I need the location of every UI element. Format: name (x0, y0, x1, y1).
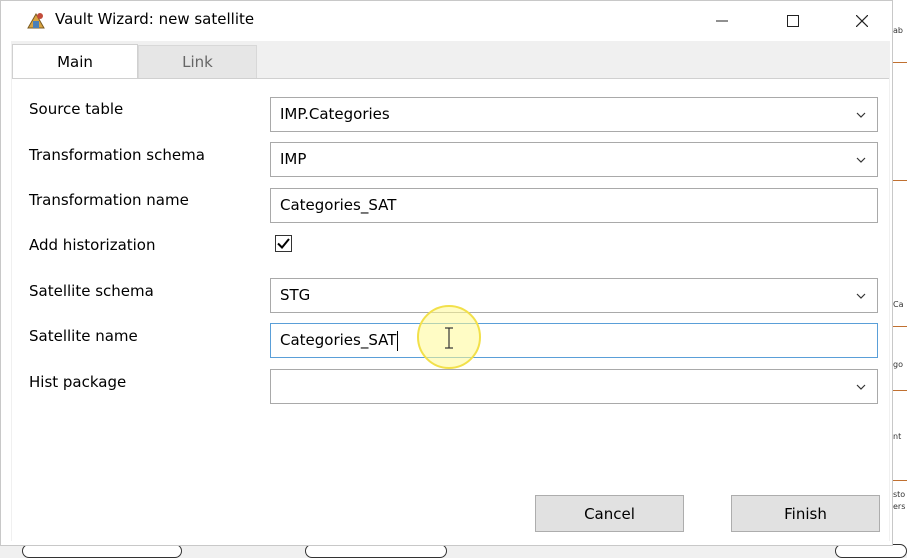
minimize-button[interactable] (699, 1, 745, 41)
satellite-schema-label: Satellite schema (29, 282, 154, 300)
background-node (305, 544, 447, 558)
background-line (893, 390, 907, 391)
vault-wizard-dialog: Vault Wizard: new satellite Main Link So… (0, 0, 893, 546)
dialog-content: Main Link Source table IMP.Categories Tr… (11, 41, 890, 542)
background-fragment: ab (893, 26, 903, 35)
transformation-name-value: Categories_SAT (280, 196, 397, 214)
app-icon (26, 10, 46, 30)
source-table-value: IMP.Categories (280, 105, 390, 123)
satellite-name-input[interactable]: Categories_SAT (270, 323, 878, 358)
chevron-down-icon[interactable] (855, 98, 867, 131)
add-historization-checkbox[interactable] (275, 235, 292, 252)
finish-button[interactable]: Finish (731, 495, 880, 532)
title-bar[interactable]: Vault Wizard: new satellite (1, 1, 892, 41)
hist-package-combobox[interactable] (270, 369, 878, 404)
satellite-schema-combobox[interactable]: STG (270, 278, 878, 313)
chevron-down-icon[interactable] (855, 279, 867, 312)
add-historization-label: Add historization (29, 236, 156, 254)
close-button[interactable] (839, 1, 885, 41)
source-table-combobox[interactable]: IMP.Categories (270, 97, 878, 132)
tab-link[interactable]: Link (138, 45, 257, 78)
transformation-name-label: Transformation name (29, 191, 189, 209)
maximize-button[interactable] (770, 1, 816, 41)
source-table-label: Source table (29, 100, 124, 118)
satellite-name-value: Categories_SAT (280, 331, 397, 349)
background-node (22, 544, 182, 558)
transformation-schema-label: Transformation schema (29, 146, 205, 164)
background-fragment: ers (893, 502, 906, 511)
close-icon (856, 15, 868, 27)
transformation-name-input[interactable]: Categories_SAT (270, 188, 878, 223)
chevron-down-icon[interactable] (855, 143, 867, 176)
background-fragment: go (893, 360, 903, 369)
background-line (893, 62, 907, 63)
transformation-schema-combobox[interactable]: IMP (270, 142, 878, 177)
checkmark-icon (277, 238, 290, 249)
satellite-schema-value: STG (280, 286, 311, 304)
transformation-schema-value: IMP (280, 150, 307, 168)
background-fragment: nt (893, 432, 902, 441)
background-line (893, 326, 907, 327)
minimize-icon (716, 20, 728, 22)
background-node (835, 544, 907, 558)
background-line (893, 480, 907, 481)
background-fragment: Ca (893, 300, 904, 309)
window-title: Vault Wizard: new satellite (55, 10, 255, 28)
satellite-name-label: Satellite name (29, 327, 138, 345)
chevron-down-icon[interactable] (855, 370, 867, 403)
background-app-canvas (893, 0, 907, 552)
background-fragment: sto (893, 490, 906, 499)
cancel-button[interactable]: Cancel (535, 495, 684, 532)
background-line (893, 180, 907, 181)
maximize-icon (787, 15, 799, 27)
text-caret (397, 330, 399, 351)
tab-main[interactable]: Main (12, 44, 138, 79)
hist-package-label: Hist package (29, 373, 127, 391)
text-cursor-icon (441, 327, 457, 349)
